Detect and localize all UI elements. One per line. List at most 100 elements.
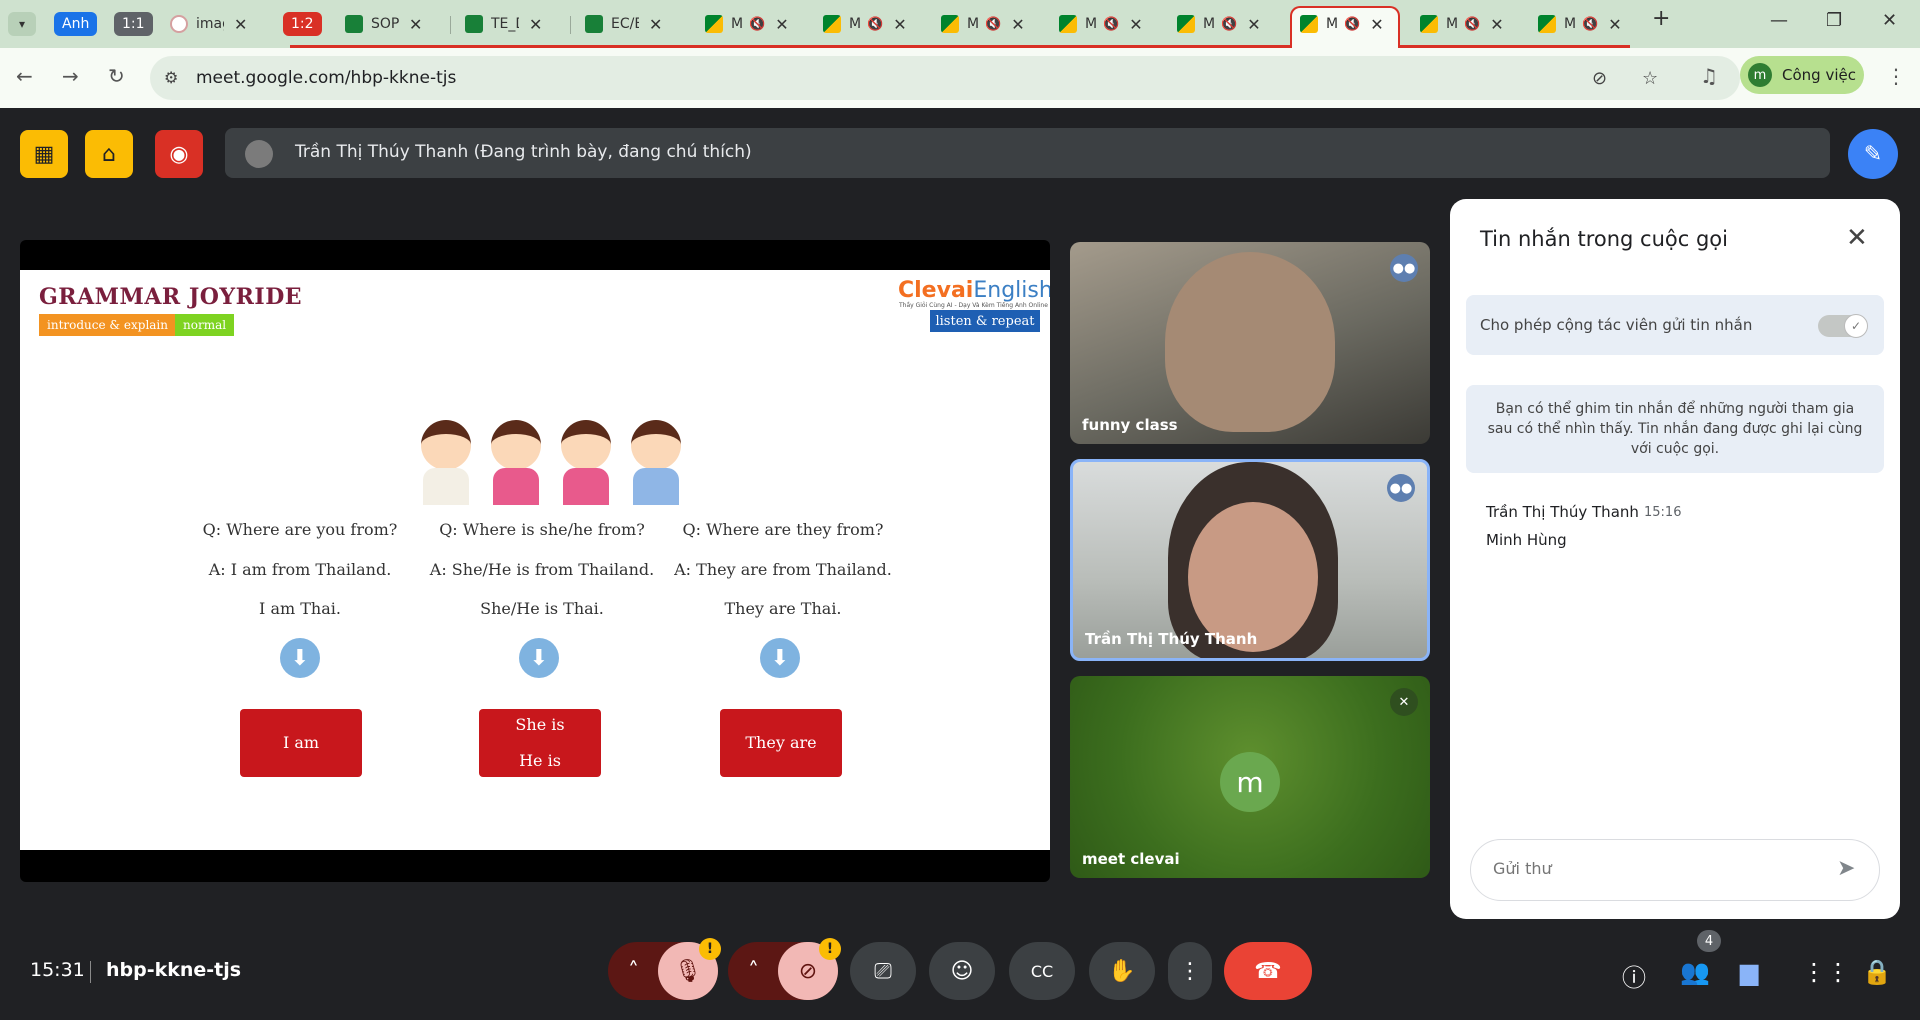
tab-close-icon[interactable]: ✕ <box>893 15 906 34</box>
tab-muted-icon[interactable]: 🔇 <box>1221 17 1237 32</box>
tab-close-icon[interactable]: ✕ <box>1490 15 1503 34</box>
reload-icon[interactable]: ↻ <box>108 64 125 88</box>
tab-title: M <box>1446 16 1458 32</box>
tab-close-icon[interactable]: ✕ <box>649 15 662 34</box>
address-bar[interactable]: ⚙ meet.google.com/hbp-kkne-tjs ⊘ ☆ <box>150 56 1740 100</box>
speaking-indicator-icon: ●● <box>1390 254 1418 282</box>
host-controls-lock-icon[interactable]: 🔒 <box>1862 958 1892 986</box>
logo-main: Clevai <box>898 278 974 303</box>
minimize-icon[interactable]: — <box>1770 10 1788 31</box>
slide-tag-normal: normal <box>175 314 235 336</box>
tab-title: EC/E <box>611 16 639 32</box>
presenter-avatar <box>245 140 273 168</box>
chat-panel: Tin nhắn trong cuộc gọi ✕ Cho phép cộng … <box>1450 199 1900 919</box>
annotate-pen-icon[interactable]: ✎ <box>1848 129 1898 179</box>
raise-hand-button[interactable]: ✋ <box>1089 942 1155 1000</box>
tab-close-icon[interactable]: ✕ <box>409 15 422 34</box>
browser-menu-icon[interactable]: ⋮ <box>1886 64 1906 88</box>
tab-close-icon[interactable]: ✕ <box>234 15 247 34</box>
mic-off-icon: ✕ <box>1390 688 1418 716</box>
tab-te-d[interactable]: TE_D ✕ <box>465 6 542 42</box>
tab-close-icon[interactable]: ✕ <box>775 15 788 34</box>
recording-icon[interactable]: ◉ <box>155 130 203 178</box>
answer-box-text: She is <box>515 715 565 734</box>
companion-mode-icon[interactable]: ⌂ <box>85 130 133 178</box>
captions-icon: CC <box>1030 961 1054 981</box>
participant-tile-active[interactable]: ●● Trần Thị Thúy Thanh <box>1070 459 1430 661</box>
tab-meet[interactable]: M 🔇 ✕ <box>823 6 907 42</box>
meeting-info-icon[interactable]: ⓘ <box>1622 958 1646 993</box>
tab-meet[interactable]: M 🔇 ✕ <box>1300 6 1384 42</box>
tab-close-icon[interactable]: ✕ <box>1247 15 1260 34</box>
tab-search-chevron-icon[interactable]: ▾ <box>8 12 36 36</box>
answer-box-text: I am <box>282 733 320 752</box>
tab-meet[interactable]: M 🔇 ✕ <box>705 6 789 42</box>
tab-muted-icon[interactable]: 🔇 <box>985 17 1001 32</box>
close-panel-icon[interactable]: ✕ <box>1846 223 1868 253</box>
tab-close-icon[interactable]: ✕ <box>529 15 542 34</box>
restore-icon[interactable]: ❐ <box>1826 10 1842 31</box>
meet-icon <box>1059 15 1077 33</box>
profile-button[interactable]: m Công việc <box>1740 56 1864 94</box>
tab-muted-icon[interactable]: 🔇 <box>1103 17 1119 32</box>
tab-meet[interactable]: M 🔇 ✕ <box>1420 6 1504 42</box>
tab-separator <box>570 16 571 34</box>
bookmark-star-icon[interactable]: ☆ <box>1642 68 1658 89</box>
present-screen-button[interactable]: ⎚ <box>850 942 916 1000</box>
tab-close-icon[interactable]: ✕ <box>1370 15 1383 34</box>
participant-tile[interactable]: ●● funny class <box>1070 242 1430 444</box>
captions-button[interactable]: CC <box>1009 942 1075 1000</box>
media-controls-icon[interactable]: ♫ <box>1700 64 1718 88</box>
tab-meet[interactable]: M 🔇 ✕ <box>1538 6 1622 42</box>
send-icon[interactable]: ➤ <box>1837 856 1855 881</box>
tab-meet[interactable]: M 🔇 ✕ <box>941 6 1025 42</box>
tab-muted-icon[interactable]: 🔇 <box>1464 17 1480 32</box>
url-text: meet.google.com/hbp-kkne-tjs <box>196 68 457 88</box>
tab-close-icon[interactable]: ✕ <box>1129 15 1142 34</box>
participant-tile[interactable]: m ✕ meet clevai <box>1070 676 1430 878</box>
site-settings-icon[interactable]: ⚙ <box>164 68 178 87</box>
chat-icon[interactable]: ▆ <box>1740 958 1758 986</box>
back-arrow-icon[interactable]: ← <box>16 64 33 88</box>
tab-sop[interactable]: SOP ✕ <box>345 6 422 42</box>
slide-title: GRAMMAR JOYRIDE <box>39 284 303 310</box>
tab-imag[interactable]: imag ✕ <box>170 6 247 42</box>
kid-figure <box>483 420 549 505</box>
tab-title: M <box>1203 16 1215 32</box>
tab-close-icon[interactable]: ✕ <box>1608 15 1621 34</box>
window-close-icon[interactable]: ✕ <box>1882 10 1897 31</box>
chat-input[interactable] <box>1491 858 1811 879</box>
participant-name: meet clevai <box>1082 850 1180 868</box>
tab-muted-icon[interactable]: 🔇 <box>1582 17 1598 32</box>
tab-muted-icon[interactable]: 🔇 <box>749 17 765 32</box>
tab-group-1-2[interactable]: 1:2 <box>283 12 322 36</box>
slide-tag-introduce: introduce & explain <box>39 314 177 336</box>
warning-mark: ! <box>706 941 714 957</box>
allow-messages-row: Cho phép cộng tác viên gửi tin nhắn ✓ <box>1466 295 1884 355</box>
tab-title: M <box>1085 16 1097 32</box>
listen-repeat-tag: listen & repeat <box>930 310 1040 332</box>
participant-video <box>1165 252 1335 432</box>
people-icon[interactable]: 👥 <box>1680 958 1710 986</box>
allow-messages-toggle[interactable]: ✓ <box>1818 314 1868 338</box>
answer-box-text: They are <box>745 733 817 752</box>
tab-close-icon[interactable]: ✕ <box>1011 15 1024 34</box>
activities-grid-icon[interactable]: ⋮⋮ <box>1802 958 1850 986</box>
tab-meet[interactable]: M 🔇 ✕ <box>1059 6 1143 42</box>
more-options-button[interactable]: ⋮ <box>1168 942 1212 1000</box>
tab-muted-icon[interactable]: 🔇 <box>867 17 883 32</box>
tab-ec-e[interactable]: EC/E ✕ <box>585 6 662 42</box>
camera-blocked-icon[interactable]: ⊘ <box>1592 68 1607 89</box>
leave-call-button[interactable]: ☎ <box>1224 942 1312 1000</box>
tab-group-label: Anh <box>62 16 90 32</box>
forward-arrow-icon[interactable]: → <box>62 64 79 88</box>
tab-muted-icon[interactable]: 🔇 <box>1344 17 1360 32</box>
stop-annotation-icon[interactable]: ▦ <box>20 130 68 178</box>
tab-group-1-1[interactable]: 1:1 <box>114 12 153 36</box>
tab-group-anh[interactable]: Anh <box>54 12 98 36</box>
tab-meet[interactable]: M 🔇 ✕ <box>1177 6 1261 42</box>
new-tab-plus-icon[interactable]: + <box>1652 6 1670 31</box>
answer-text: A: I am from Thailand. <box>208 560 392 579</box>
tab-title: TE_D <box>491 16 519 32</box>
reactions-button[interactable]: ☺ <box>929 942 995 1000</box>
